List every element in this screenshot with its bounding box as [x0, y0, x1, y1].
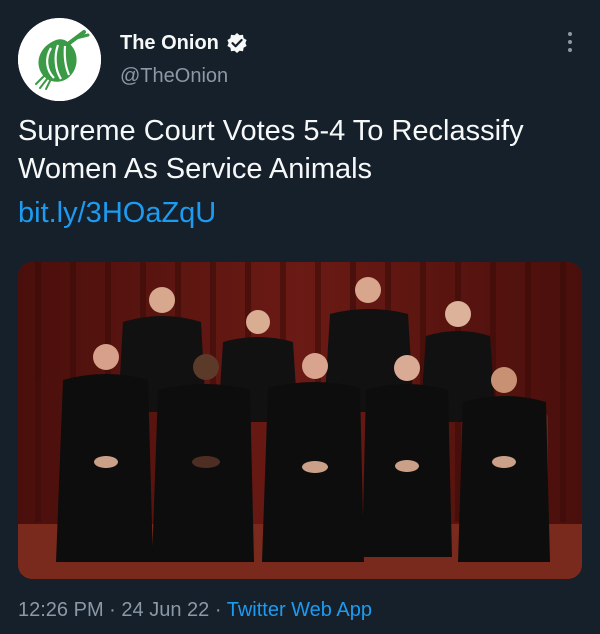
tweet-time[interactable]: 12:26 PM	[18, 599, 104, 621]
tweet-text: Supreme Court Votes 5-4 To Reclassify Wo…	[18, 115, 524, 185]
tweet: The Onion @TheOnion Supreme Court Votes …	[0, 0, 600, 634]
tweet-link[interactable]: bit.ly/3HOaZqU	[18, 194, 216, 232]
more-options-icon[interactable]	[562, 30, 578, 54]
tweet-photo[interactable]	[18, 262, 582, 579]
photo-icon	[18, 262, 582, 579]
author-display-name[interactable]: The Onion	[120, 31, 219, 55]
verified-badge-icon	[226, 32, 248, 54]
tweet-date[interactable]: 24 Jun 22	[121, 599, 209, 621]
avatar[interactable]	[18, 18, 101, 101]
tweet-source-link[interactable]: Twitter Web App	[227, 599, 372, 621]
tweet-meta: 12:26 PM · 24 Jun 22 · Twitter Web App	[18, 598, 372, 622]
meta-separator: ·	[214, 599, 222, 621]
author-handle[interactable]: @TheOnion	[120, 64, 228, 88]
meta-separator: ·	[109, 599, 116, 621]
onion-logo-icon	[18, 18, 101, 101]
author-name-row: The Onion	[120, 31, 248, 55]
